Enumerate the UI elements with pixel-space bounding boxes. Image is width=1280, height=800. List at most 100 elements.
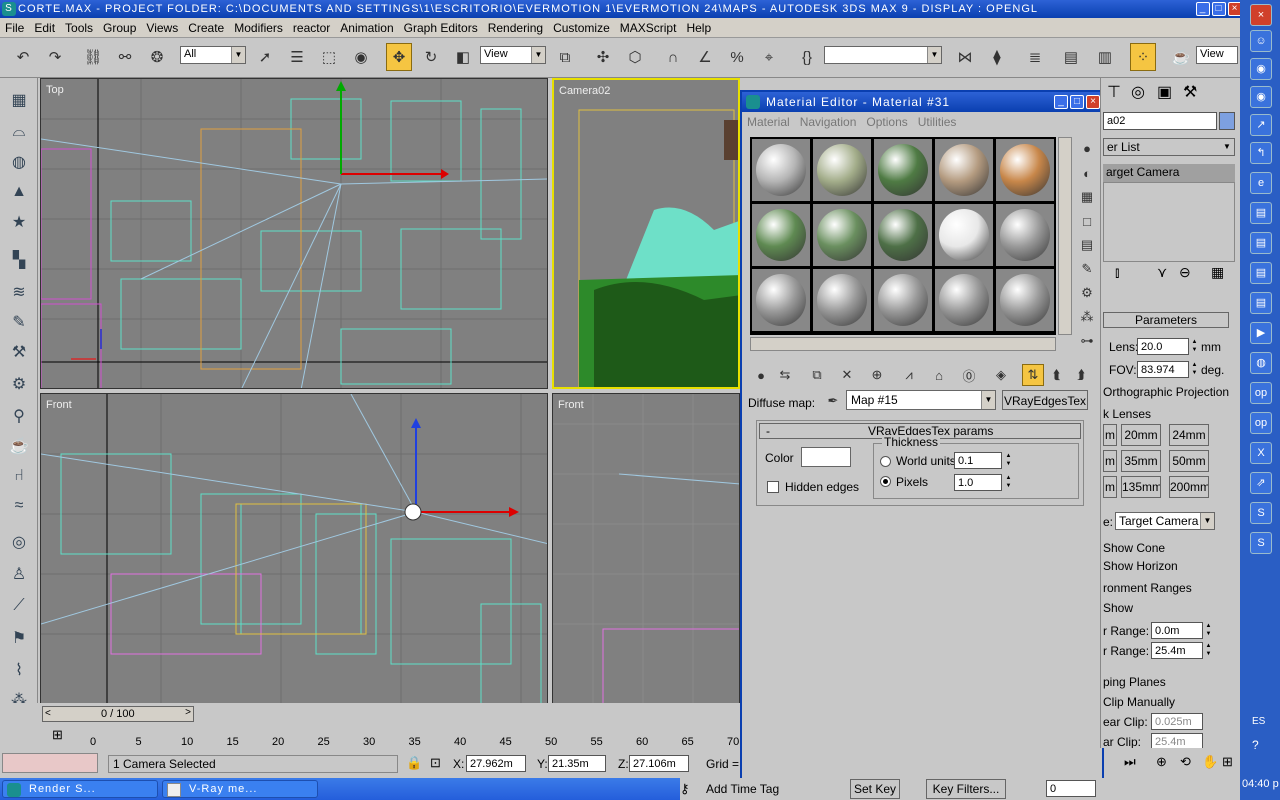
show-cone-label[interactable]: Show Cone [1103,541,1165,555]
op-icon[interactable]: op [1250,382,1272,404]
viewport-front-2[interactable]: Front [552,393,740,704]
user-icon[interactable]: ☺ [1250,30,1272,52]
time-ruler[interactable]: 0 5 10 15 20 25 30 35 40 45 50 55 60 65 70 [90,736,740,750]
task-vray-material[interactable]: V-Ray me... [162,780,318,798]
snap-toggle-icon[interactable]: ∩ [660,43,686,71]
object-color-swatch[interactable] [1219,112,1235,130]
sample-slot[interactable] [752,139,810,201]
reset-map-icon[interactable]: ✕ [836,364,858,386]
app-icon[interactable]: S [1250,502,1272,524]
slider-left-icon[interactable]: < [43,707,53,720]
undo-icon[interactable]: ↶ [10,43,36,71]
minimize-icon[interactable]: _ [1054,95,1068,109]
document-icon[interactable]: ▤ [1250,262,1272,284]
lock-icon[interactable]: 🔒 [406,755,422,771]
get-material-icon[interactable]: ● [750,364,772,386]
named-selection-dropdown[interactable]: ▼ [824,46,942,64]
key-filters-button[interactable]: Key Filters... [926,779,1006,799]
menu-item-file[interactable]: File [0,18,29,35]
hidden-edges-checkbox[interactable] [767,481,779,493]
schematic-view-icon[interactable]: ▥ [1092,43,1118,71]
render-scene-icon[interactable]: ☕ [1168,43,1194,71]
sample-slot[interactable] [813,139,871,201]
stock-lens-button[interactable]: 135mm [1121,476,1161,498]
utilities-icon[interactable]: ⚒ [1183,82,1197,102]
align-icon[interactable]: ⧫ [984,43,1010,71]
add-time-tag-label[interactable]: Add Time Tag [706,782,779,796]
biped-icon[interactable]: ♙ [7,562,31,586]
track-bar-icon[interactable]: ⊞ [52,727,70,743]
percent-snap-icon[interactable]: % [724,43,750,71]
stock-lens-button[interactable]: m [1103,450,1117,472]
map-type-button[interactable]: VRayEdgesTex [1002,390,1088,410]
box-icon[interactable]: ▦ [7,88,31,112]
pick-material-eyedropper-icon[interactable]: ✒ [822,390,844,412]
selection-filter-dropdown[interactable]: All ▼ [180,46,246,64]
close-window-icon[interactable]: × [1250,4,1272,26]
chair-icon[interactable]: ⑁ [7,464,31,488]
wave-icon[interactable]: ≈ [7,494,31,518]
material-editor-icon[interactable]: ⁘ [1130,43,1156,71]
make-preview-icon[interactable]: ✎ [1076,258,1098,280]
op-icon[interactable]: op [1250,412,1272,434]
show-map-in-viewport-icon[interactable]: ◈ [990,364,1012,386]
document-icon[interactable]: ▤ [1250,292,1272,314]
sample-slot[interactable] [874,269,932,331]
select-by-name-icon[interactable]: ☰ [284,43,310,71]
bind-space-warp-icon[interactable]: ❂ [144,43,170,71]
redo-icon[interactable]: ↷ [42,43,68,71]
stock-lens-button[interactable]: m [1103,476,1117,498]
show-ranges-label[interactable]: Show [1103,601,1133,615]
torus-icon[interactable]: ◎ [7,530,31,554]
modifier-stack-item[interactable]: arget Camera [1103,164,1235,182]
window-crossing-icon[interactable]: ◉ [348,43,374,71]
assign-to-selection-icon[interactable]: ⧉ [806,364,828,386]
media-icon[interactable]: ▶ [1250,322,1272,344]
menu-item-customize[interactable]: Customize [548,18,615,35]
back-icon[interactable]: ↰ [1250,142,1272,164]
y-coordinate-field[interactable] [548,755,606,772]
parameters-rollout[interactable]: Parameters [1103,312,1229,328]
show-end-result-icon[interactable]: ⇅ [1022,364,1044,386]
make-copy-icon[interactable]: ⊕ [866,364,888,386]
slider-right-icon[interactable]: > [185,707,191,718]
z-coordinate-field[interactable] [629,755,689,772]
near-range-spinner[interactable]: ▲ ▼ [1204,622,1213,639]
lens-spinner[interactable]: ▲ ▼ [1190,338,1199,355]
menu-item-modifiers[interactable]: Modifiers [229,18,288,35]
sample-slot[interactable] [996,204,1054,266]
put-to-scene-icon[interactable]: ⇆ [774,364,796,386]
absolute-mode-icon[interactable]: ⊡ [430,755,441,771]
viewport-top[interactable]: Top [40,78,548,389]
stock-lens-button[interactable]: 20mm [1121,424,1161,446]
teapot-icon[interactable]: ☕ [7,434,31,458]
keyboard-shortcut-icon[interactable]: ⬡ [622,43,648,71]
edge-color-swatch[interactable] [801,447,851,467]
map-name-dropdown[interactable]: Map #15 ▼ [846,390,996,410]
me-menu-item-options[interactable]: Options [861,112,912,129]
sample-slot[interactable] [813,269,871,331]
viewport-camera[interactable]: Camera02 [552,78,740,389]
me-menu-item-material[interactable]: Material [742,112,795,129]
world-units-radio[interactable] [880,456,891,467]
language-indicator[interactable]: ES [1252,716,1265,727]
clip-manually-label[interactable]: Clip Manually [1103,695,1175,709]
checker-icon[interactable]: ▚ [7,248,31,272]
menu-item-create[interactable]: Create [183,18,229,35]
fov-field[interactable] [1137,361,1189,378]
arrow-icon[interactable]: ↗ [1250,114,1272,136]
uv-tiling-icon[interactable]: □ [1076,210,1098,232]
options-icon[interactable]: ⚙ [1076,282,1098,304]
slots-vertical-scrollbar[interactable] [1058,137,1072,335]
maximize-icon[interactable]: □ [1212,2,1226,16]
lamp-icon[interactable]: ⚲ [7,404,31,428]
go-to-end-icon[interactable]: ⏭ [1124,754,1136,770]
hair-icon[interactable]: ⌇ [7,658,31,682]
document-icon[interactable]: ▤ [1250,202,1272,224]
material-effects-channel-icon[interactable]: ⓪ [958,364,980,386]
menu-item-edit[interactable]: Edit [29,18,60,35]
sample-slot[interactable] [752,204,810,266]
globe-icon[interactable]: ◍ [1250,352,1272,374]
hierarchy-icon[interactable]: ⊤ [1107,82,1121,102]
orbit-icon[interactable]: ⟲ [1180,754,1191,770]
